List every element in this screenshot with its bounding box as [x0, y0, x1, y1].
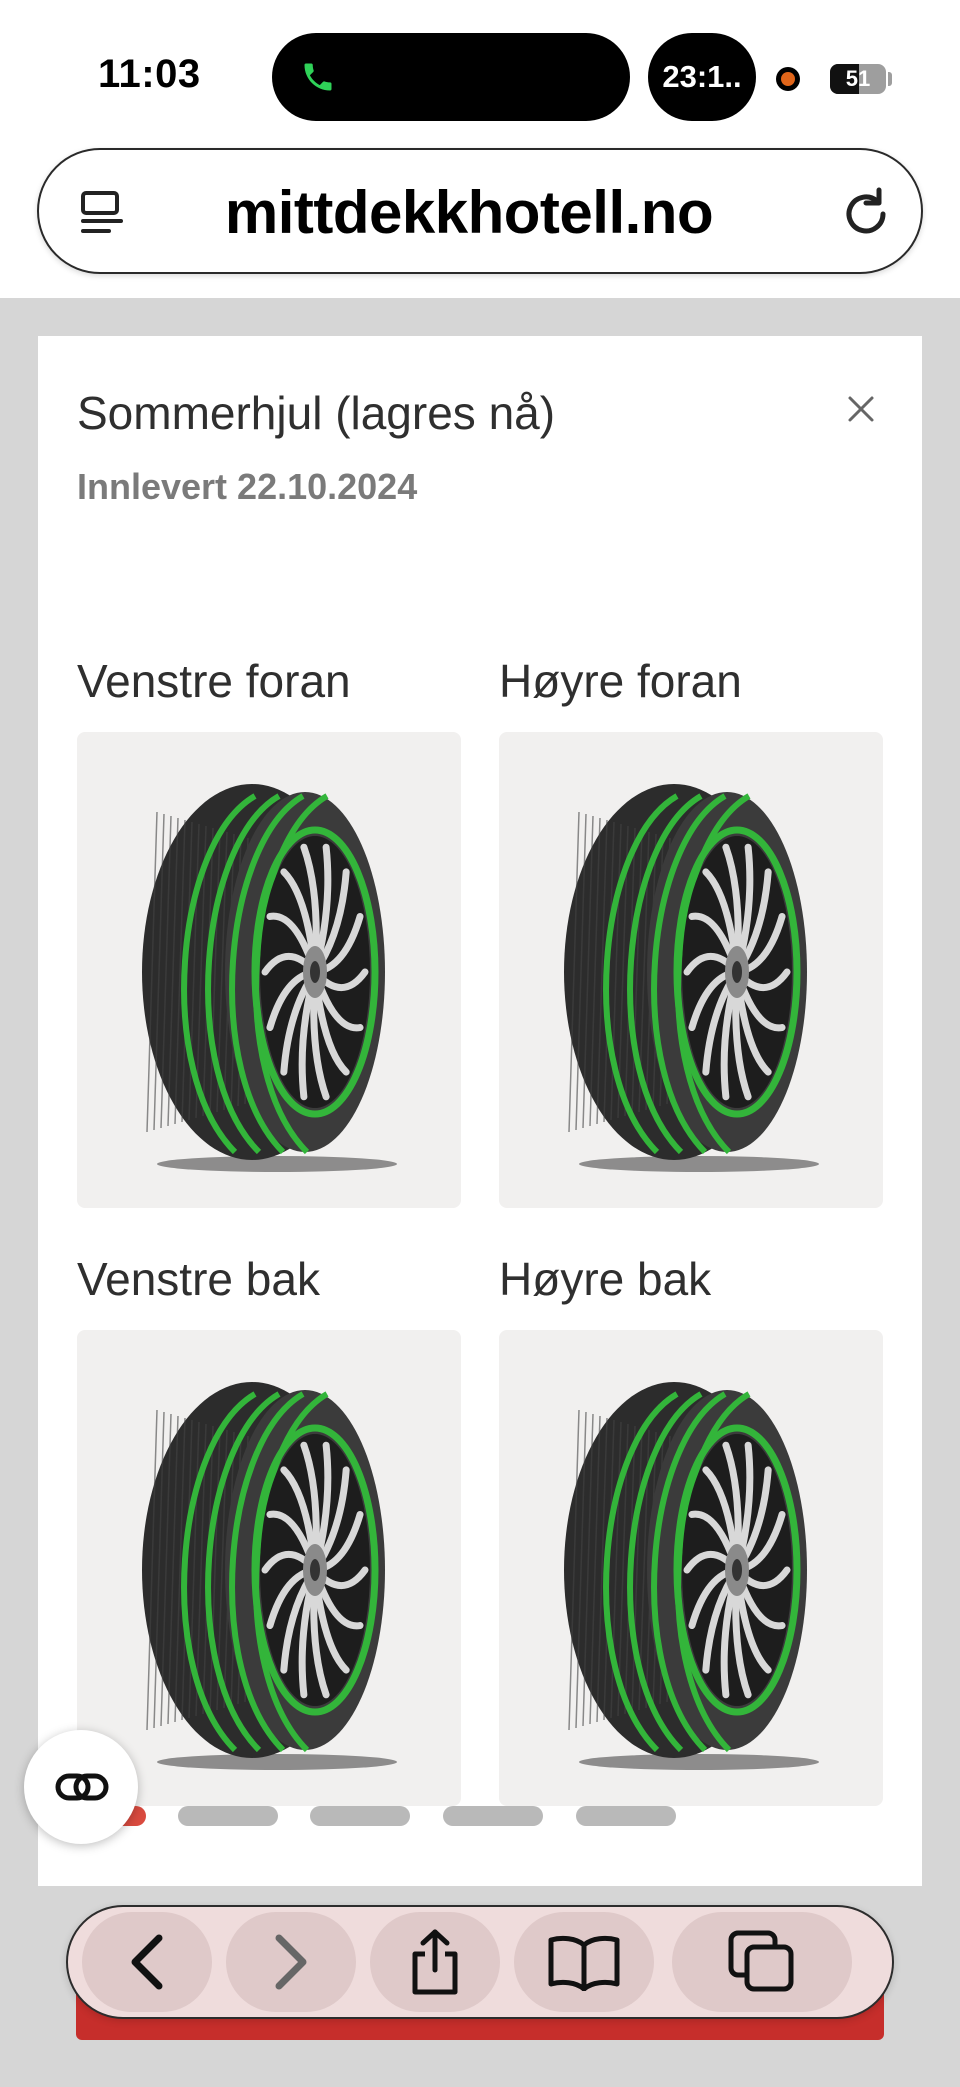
tire-image	[142, 1382, 397, 1770]
browser-header: mittdekkhotell.no	[0, 148, 960, 298]
close-icon[interactable]	[844, 392, 878, 426]
call-timer[interactable]: 23:1..	[648, 33, 756, 121]
tabs-icon	[728, 1930, 794, 1992]
dynamic-island[interactable]	[272, 33, 630, 121]
tabs-button[interactable]	[672, 1912, 852, 2012]
reader-button[interactable]	[24, 1730, 138, 1844]
link-icon	[55, 1773, 109, 1801]
chevron-left-icon	[131, 1934, 163, 1990]
share-button[interactable]	[370, 1912, 500, 2012]
pager-dot[interactable]	[310, 1806, 410, 1826]
url-text[interactable]: mittdekkhotell.no	[149, 178, 789, 247]
tire-image	[564, 784, 819, 1172]
delivered-date: Innlevert 22.10.2024	[77, 466, 418, 507]
tire-card-left-front[interactable]	[77, 732, 461, 1208]
page-menu-icon[interactable]	[77, 188, 127, 238]
tire-card-left-rear[interactable]	[77, 1330, 461, 1806]
bookmarks-button[interactable]	[514, 1912, 654, 2012]
tire-label-left-front: Venstre foran	[77, 655, 351, 707]
browser-toolbar	[66, 1905, 894, 2019]
phone-icon	[304, 63, 332, 91]
book-icon	[548, 1935, 620, 1991]
battery-icon: 51	[830, 64, 886, 94]
tire-card-right-front[interactable]	[499, 732, 883, 1208]
chevron-right-icon	[275, 1934, 307, 1990]
back-button[interactable]	[82, 1912, 212, 2012]
tire-card-right-rear[interactable]	[499, 1330, 883, 1806]
address-bar[interactable]: mittdekkhotell.no	[37, 148, 923, 274]
pager-dot[interactable]	[178, 1806, 278, 1826]
tire-label-right-rear: Høyre bak	[499, 1253, 712, 1305]
battery-cap	[888, 72, 892, 86]
tire-label-right-front: Høyre foran	[499, 655, 742, 707]
tire-label-left-rear: Venstre bak	[77, 1253, 320, 1305]
tire-image	[564, 1382, 819, 1770]
card-title: Sommerhjul (lagres nå)	[77, 387, 556, 439]
wheel-set-card: Sommerhjul (lagres nå) Innlevert 22.10.2…	[38, 336, 922, 1886]
battery-level: 51	[845, 66, 871, 91]
tire-image	[142, 784, 397, 1172]
reload-icon[interactable]	[839, 186, 893, 240]
forward-button[interactable]	[226, 1912, 356, 2012]
pager-dot[interactable]	[576, 1806, 676, 1826]
recording-indicator	[776, 67, 800, 91]
status-time: 11:03	[98, 52, 201, 96]
pager-dot[interactable]	[443, 1806, 543, 1826]
status-bar: 11:03 23:1.. 51	[0, 0, 960, 148]
share-icon	[412, 1929, 458, 1995]
carousel-pager	[38, 1806, 922, 1836]
